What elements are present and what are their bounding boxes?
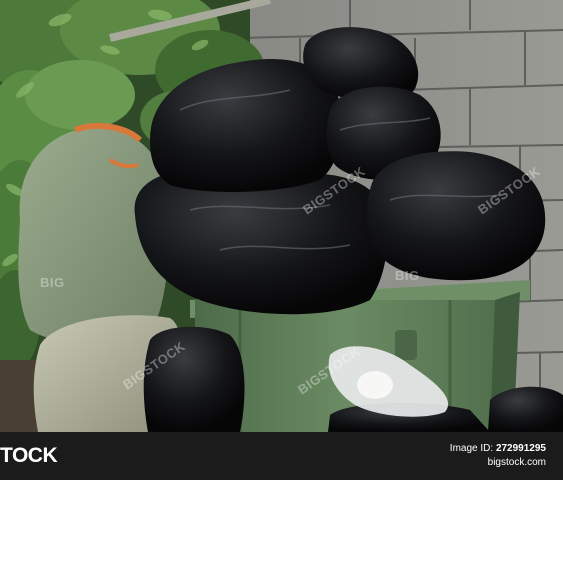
image-id-value: 272991295 — [495, 443, 546, 454]
image-id-label: Image ID: — [449, 443, 494, 454]
photo: BIGSTOCK BIGSTOCK BIGSTOCK BIG BIG BIGST… — [0, 0, 563, 432]
blank-area — [0, 480, 563, 563]
stock-footer-bar: TOCK Image ID: 272991295 bigstock.com — [0, 432, 563, 480]
image-id-line: Image ID: 272991295 — [450, 443, 546, 454]
photo-illustration — [0, 0, 563, 432]
site-link[interactable]: bigstock.com — [488, 457, 546, 468]
stock-photo-page: BIGSTOCK BIGSTOCK BIGSTOCK BIG BIG BIGST… — [0, 0, 563, 563]
brand-logo-text: TOCK — [0, 444, 58, 467]
